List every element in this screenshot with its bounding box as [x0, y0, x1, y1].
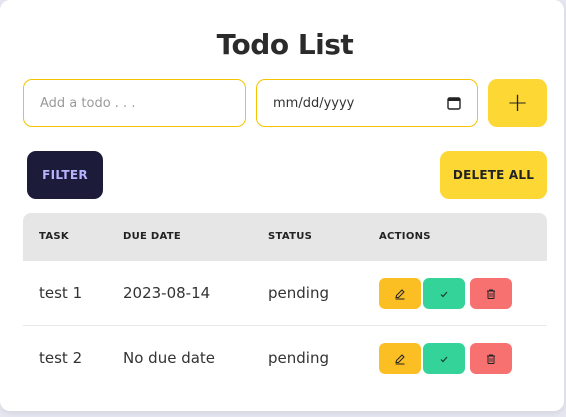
pencil-icon: [395, 288, 405, 299]
pencil-icon: [395, 353, 405, 364]
calendar-icon[interactable]: [447, 96, 461, 110]
header-status: STATUS: [268, 231, 313, 242]
table-row: test 2 No due date pending: [23, 326, 547, 391]
due-date-placeholder: mm/dd/yyyy: [273, 95, 355, 111]
status-cell: pending: [268, 349, 329, 367]
due-date-cell: No due date: [123, 349, 216, 367]
filter-button[interactable]: FILTER: [27, 151, 103, 199]
check-icon: [440, 356, 448, 362]
task-cell: test 2: [39, 349, 83, 367]
check-icon: [440, 291, 448, 297]
complete-button[interactable]: [423, 343, 465, 374]
delete-button[interactable]: [470, 278, 512, 309]
header-actions: ACTIONS: [379, 231, 431, 242]
delete-all-button[interactable]: DELETE ALL: [440, 151, 547, 199]
trash-icon: [487, 289, 495, 299]
due-date-input[interactable]: mm/dd/yyyy: [256, 79, 478, 127]
header-task: TASK: [39, 231, 69, 242]
add-todo-button[interactable]: +: [488, 79, 547, 127]
complete-button[interactable]: [423, 278, 465, 309]
todo-card: Todo List Add a todo . . . mm/dd/yyyy + …: [0, 0, 564, 411]
task-cell: test 1: [39, 284, 83, 302]
plus-icon: +: [506, 88, 529, 118]
table-header: TASK DUE DATE STATUS ACTIONS: [23, 213, 547, 261]
todo-input-placeholder: Add a todo . . .: [40, 95, 136, 111]
edit-button[interactable]: [379, 343, 421, 374]
table-row: test 1 2023-08-14 pending: [23, 261, 547, 326]
due-date-cell: 2023-08-14: [123, 284, 211, 302]
page-title: Todo List: [216, 28, 354, 61]
todo-input[interactable]: Add a todo . . .: [23, 79, 246, 127]
header-due-date: DUE DATE: [123, 231, 182, 242]
edit-button[interactable]: [379, 278, 421, 309]
delete-button[interactable]: [470, 343, 512, 374]
trash-icon: [487, 354, 495, 364]
status-cell: pending: [268, 284, 329, 302]
